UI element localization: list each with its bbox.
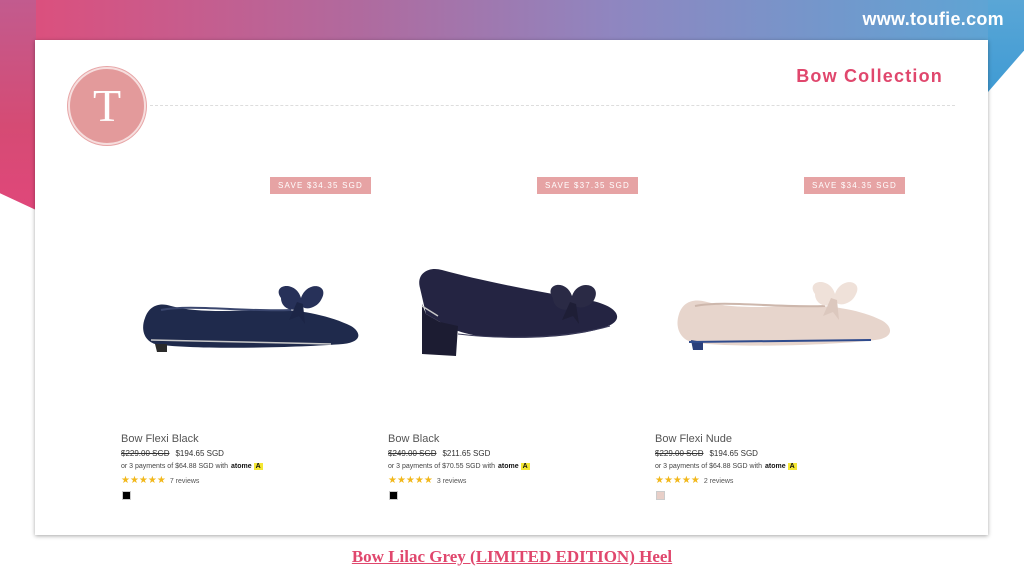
- site-url[interactable]: www.toufie.com: [862, 9, 1004, 30]
- shoe-heel-navy-icon: [419, 268, 618, 356]
- atome-logo: atome: [765, 463, 786, 470]
- sale-price: $194.65 SGD: [175, 449, 224, 458]
- original-price: $229.00 SGD: [655, 449, 704, 458]
- atome-mark-icon: A: [253, 463, 263, 470]
- atome-mark-icon: A: [520, 463, 530, 470]
- product-card[interactable]: SAVE $34.35 SGD Bow Flexi Black $229.00 …: [121, 177, 371, 507]
- product-name[interactable]: Bow Flexi Black: [121, 433, 199, 445]
- shoe-flat-nude-icon: [677, 281, 891, 350]
- rating-row: ★★★★★ 2 reviews: [655, 475, 733, 486]
- atome-mark-icon: A: [787, 463, 797, 470]
- star-rating-icon: ★★★★★: [655, 475, 700, 486]
- discount-badge: SAVE $34.35 SGD: [804, 177, 905, 194]
- footer-link-row: Bow Lilac Grey (LIMITED EDITION) Heel: [0, 547, 1024, 567]
- product-image[interactable]: [121, 199, 371, 429]
- collection-title: Bow Collection: [796, 66, 943, 86]
- screenshot-card: T Bow Collection SAVE $34.35 SGD Bow Fle…: [35, 40, 988, 535]
- color-swatch[interactable]: [389, 491, 398, 500]
- rating-row: ★★★★★ 7 reviews: [121, 475, 199, 486]
- product-card[interactable]: SAVE $37.35 SGD Bow Black $249.00 SGD $21…: [388, 177, 638, 507]
- installment-text: or 3 payments of $64.88 SGD with: [655, 463, 762, 470]
- star-rating-icon: ★★★★★: [121, 475, 166, 486]
- installment-text: or 3 payments of $70.55 SGD with: [388, 463, 495, 470]
- shoe-flat-navy-icon: [143, 285, 359, 352]
- price-row: $229.00 SGD $194.65 SGD: [121, 449, 224, 458]
- installment-row: or 3 payments of $64.88 SGD with atome A: [121, 463, 263, 470]
- left-gradient-shape: [0, 0, 36, 210]
- sale-price: $194.65 SGD: [709, 449, 758, 458]
- original-price: $249.00 SGD: [388, 449, 437, 458]
- header-divider: [150, 105, 955, 106]
- logo-letter: T: [92, 80, 122, 131]
- discount-badge: SAVE $37.35 SGD: [537, 177, 638, 194]
- rating-row: ★★★★★ 3 reviews: [388, 475, 466, 486]
- price-row: $229.00 SGD $194.65 SGD: [655, 449, 758, 458]
- review-count[interactable]: 3 reviews: [437, 478, 467, 485]
- atome-logo: atome: [231, 463, 252, 470]
- original-price: $229.00 SGD: [121, 449, 170, 458]
- review-count[interactable]: 7 reviews: [170, 478, 200, 485]
- color-swatch[interactable]: [656, 491, 665, 500]
- atome-logo: atome: [498, 463, 519, 470]
- discount-badge: SAVE $34.35 SGD: [270, 177, 371, 194]
- installment-text: or 3 payments of $64.88 SGD with: [121, 463, 228, 470]
- installment-row: or 3 payments of $70.55 SGD with atome A: [388, 463, 530, 470]
- brand-logo: T: [68, 67, 146, 145]
- product-image[interactable]: [655, 199, 905, 429]
- product-name[interactable]: Bow Flexi Nude: [655, 433, 732, 445]
- price-row: $249.00 SGD $211.65 SGD: [388, 449, 490, 458]
- review-count[interactable]: 2 reviews: [704, 478, 734, 485]
- installment-row: or 3 payments of $64.88 SGD with atome A: [655, 463, 797, 470]
- star-rating-icon: ★★★★★: [388, 475, 433, 486]
- color-swatch[interactable]: [122, 491, 131, 500]
- sale-price: $211.65 SGD: [442, 449, 491, 458]
- product-link[interactable]: Bow Lilac Grey (LIMITED EDITION) Heel: [352, 547, 672, 566]
- product-card[interactable]: SAVE $34.35 SGD Bow Flexi Nude $229.00 S…: [655, 177, 905, 507]
- product-name[interactable]: Bow Black: [388, 433, 439, 445]
- product-image[interactable]: [388, 199, 638, 429]
